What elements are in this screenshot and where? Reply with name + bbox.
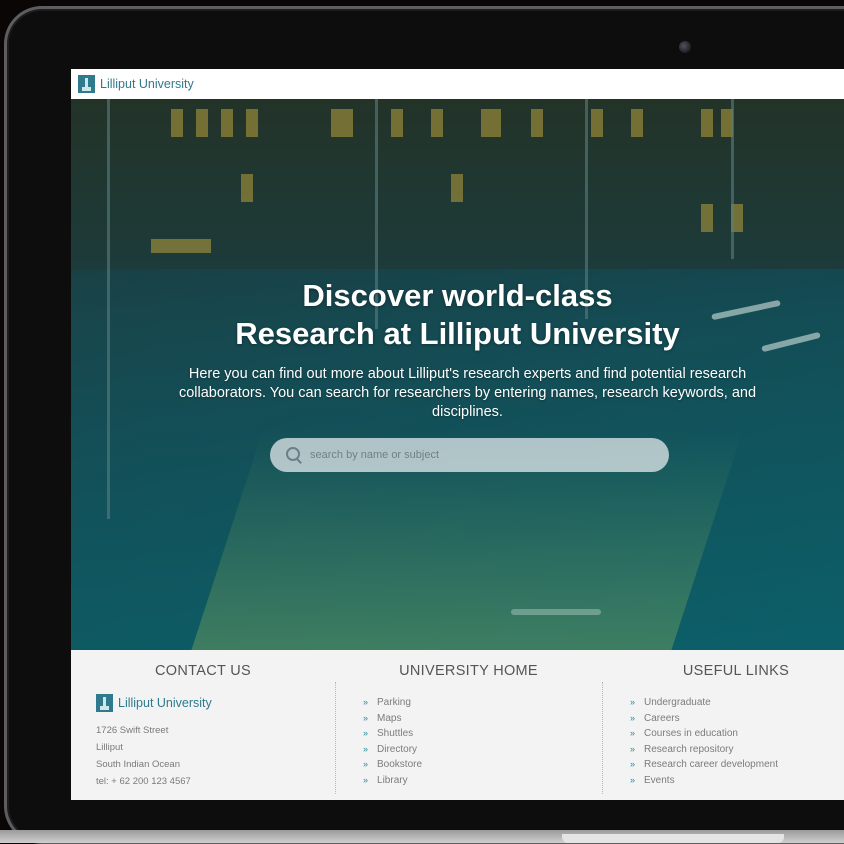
address-line: South Indian Ocean	[96, 759, 180, 770]
hero-description: Here you can find out more about Lillipu…	[178, 366, 757, 420]
footer-link-courses-in-education[interactable]: » Courses in education	[630, 726, 778, 742]
footer-link-undergraduate[interactable]: » Undergraduate	[630, 695, 778, 711]
chevron-right-icon: »	[630, 743, 636, 754]
chevron-right-icon: »	[630, 712, 636, 723]
hero-section: Discover world-class Research at Lillipu…	[71, 99, 844, 650]
useful-links-heading: USEFUL LINKS	[682, 663, 790, 679]
footer-link-library[interactable]: » Library	[363, 773, 422, 789]
webcam	[679, 41, 691, 53]
footer-brand[interactable]: Lilliput University	[96, 694, 212, 712]
footer-link-shuttles[interactable]: » Shuttles	[363, 726, 422, 742]
footer-link-careers[interactable]: » Careers	[630, 711, 778, 727]
laptop-hinge-notch	[562, 834, 784, 843]
university-home-heading: UNIVERSITY HOME	[399, 663, 538, 679]
footer-brand-label: Lilliput University	[118, 696, 212, 710]
chevron-right-icon: »	[630, 697, 636, 707]
building-tower-icon	[96, 694, 113, 712]
chevron-right-icon: »	[363, 697, 369, 707]
researcher-search-bar[interactable]	[270, 438, 669, 472]
building-tower-icon	[78, 75, 95, 93]
top-navigation-bar: Lilliput University	[71, 69, 844, 99]
chevron-right-icon: »	[630, 728, 636, 738]
address-line: Lilliput	[96, 742, 123, 753]
chevron-right-icon: »	[630, 774, 636, 785]
contact-phone: tel: + 62 200 123 4567	[96, 776, 191, 787]
chevron-right-icon: »	[363, 712, 369, 723]
site-brand-link[interactable]: Lilliput University	[100, 77, 194, 91]
university-home-links: » Parking » Maps » Shuttles » Directory » Boo…	[363, 695, 422, 788]
footer-useful-links-column: USEFUL LINKS » Undergraduate » Careers » Co…	[602, 650, 844, 800]
footer-link-events[interactable]: » Events	[630, 773, 778, 789]
hero-heading: Discover world-class Research at Lillipu…	[71, 277, 844, 353]
footer-link-parking[interactable]: » Parking	[363, 695, 422, 711]
footer-link-research-repository[interactable]: » Research repository	[630, 742, 778, 758]
footer-link-bookstore[interactable]: » Bookstore	[363, 757, 422, 773]
chevron-right-icon: »	[363, 728, 369, 738]
chevron-right-icon: »	[630, 759, 636, 769]
footer-contact-column: CONTACT US Lilliput University 1726 Swif…	[71, 650, 335, 800]
hero-heading-line-1: Discover world-class	[302, 278, 613, 313]
footer-link-directory[interactable]: » Directory	[363, 742, 422, 758]
chevron-right-icon: »	[363, 743, 369, 754]
address-line: 1726 Swift Street	[96, 725, 169, 736]
hero-background-building	[71, 99, 844, 269]
footer-link-research-career-development[interactable]: » Research career development	[630, 757, 778, 773]
browser-screen: Lilliput University Discover world-class…	[71, 69, 844, 800]
footer: CONTACT US Lilliput University 1726 Swif…	[71, 650, 844, 800]
chevron-right-icon: »	[363, 759, 369, 769]
search-icon[interactable]	[286, 447, 302, 463]
contact-address: 1726 Swift Street Lilliput South Indian …	[96, 722, 191, 790]
chevron-right-icon: »	[363, 774, 369, 785]
footer-university-home-column: UNIVERSITY HOME » Parking » Maps » Shuttles…	[335, 650, 602, 800]
contact-heading: CONTACT US	[155, 663, 251, 679]
hero-heading-line-2: Research at Lilliput University	[235, 316, 680, 351]
useful-links-list: » Undergraduate » Careers » Courses in educ…	[630, 695, 778, 788]
footer-link-maps[interactable]: » Maps	[363, 711, 422, 727]
search-input[interactable]	[310, 449, 650, 461]
